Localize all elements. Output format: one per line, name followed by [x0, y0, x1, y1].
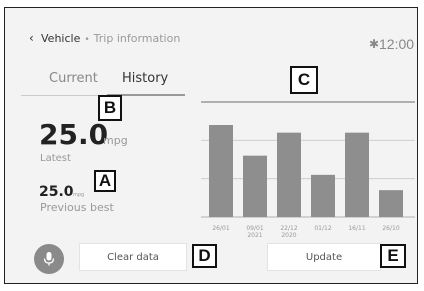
bar-26-10 [379, 190, 403, 217]
bar-26-01 [209, 125, 233, 217]
callout-a: A [94, 170, 116, 192]
x-tick-label: 09/01 2021 [246, 225, 264, 239]
bar-22-12 [277, 132, 301, 217]
x-tick-label: 01/12 [314, 225, 332, 232]
x-tick-label: 22/12 2020 [280, 225, 298, 239]
callout-c: C [290, 66, 318, 94]
bar-01-12 [311, 174, 335, 217]
voice-button[interactable] [34, 244, 64, 274]
callout-e: E [380, 244, 406, 268]
trip-history-screen: ‹ Vehicle • Trip information ✱ 12:00 Curre… [4, 7, 418, 284]
chart-unit-label: MP [417, 85, 418, 93]
x-tick-label: 26/10 [382, 225, 400, 232]
clear-data-button[interactable]: Clear data [79, 243, 187, 271]
x-tick-label: 26/01 [212, 225, 230, 232]
x-tick-label: 16/11 [348, 225, 366, 232]
callout-d: D [192, 244, 217, 268]
callout-b: B [98, 95, 122, 121]
microphone-icon [43, 252, 55, 266]
update-button[interactable]: Update [267, 243, 381, 271]
bar-16-11 [345, 132, 369, 217]
bar-09-01 [243, 155, 267, 217]
